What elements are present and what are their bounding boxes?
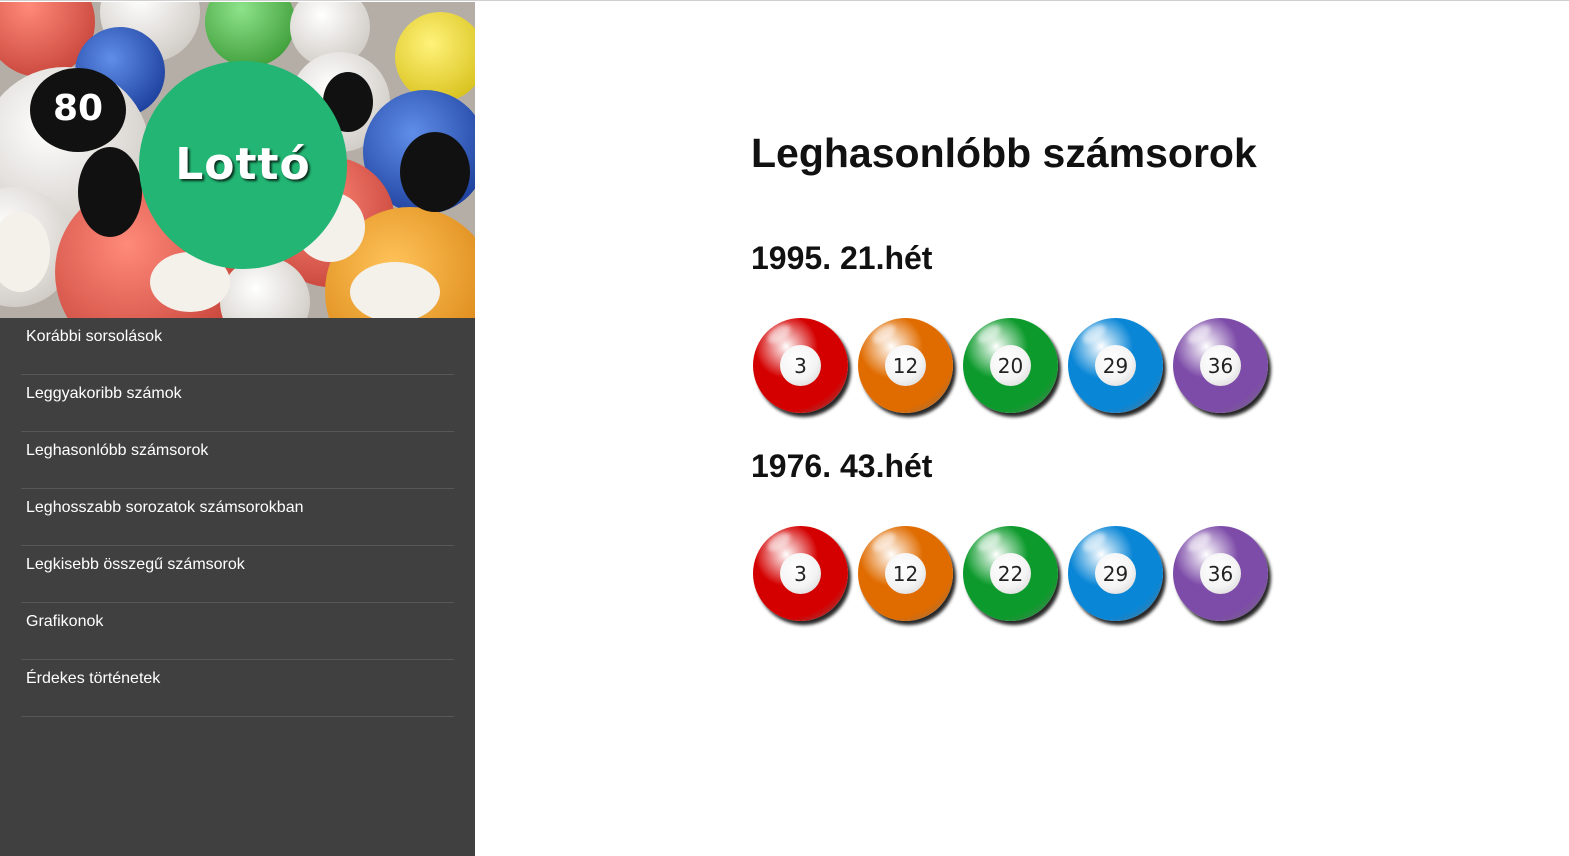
ball-number: 29 — [1095, 553, 1136, 594]
ball-number: 29 — [1095, 345, 1136, 386]
sidebar: 80 Lottó Korábbi sorsolások Leggyakoribb… — [0, 2, 475, 856]
draw-section: 1995. 21.hét 3 12 20 29 36 — [751, 240, 1268, 413]
ball-number: 12 — [885, 553, 926, 594]
sidebar-nav: Korábbi sorsolások Leggyakoribb számok L… — [0, 318, 475, 717]
sidebar-item-interesting-stories[interactable]: Érdekes történetek — [21, 660, 454, 717]
lottery-ball: 3 — [753, 318, 848, 413]
ball-number: 12 — [885, 345, 926, 386]
ball-number: 3 — [780, 345, 821, 386]
sidebar-item-longest-runs[interactable]: Leghosszabb sorozatok számsorokban — [21, 489, 454, 546]
lottery-ball: 36 — [1173, 318, 1268, 413]
lottery-ball: 22 — [963, 526, 1058, 621]
ball-row: 3 12 20 29 36 — [753, 318, 1268, 413]
draw-title: 1976. 43.hét — [751, 448, 933, 484]
sidebar-item-charts[interactable]: Grafikonok — [21, 603, 454, 660]
sidebar-item-previous-draws[interactable]: Korábbi sorsolások — [21, 318, 454, 375]
lottery-ball: 29 — [1068, 318, 1163, 413]
sidebar-item-lowest-sum-sequences[interactable]: Legkisebb összegű számsorok — [21, 546, 454, 603]
svg-text:80: 80 — [53, 88, 103, 129]
lottery-ball: 20 — [963, 318, 1058, 413]
draw-section: 1976. 43.hét 3 12 22 29 36 — [751, 448, 1268, 621]
ball-number: 36 — [1200, 553, 1241, 594]
page-title: Leghasonlóbb számsorok — [751, 130, 1257, 176]
sidebar-item-most-frequent-numbers[interactable]: Leggyakoribb számok — [21, 375, 454, 432]
lottery-ball: 12 — [858, 318, 953, 413]
hero-image: 80 Lottó — [0, 2, 475, 318]
ball-number: 20 — [990, 345, 1031, 386]
ball-number: 22 — [990, 553, 1031, 594]
draw-title: 1995. 21.hét — [751, 240, 933, 276]
lottery-ball: 3 — [753, 526, 848, 621]
ball-number: 36 — [1200, 345, 1241, 386]
logo-text: Lottó — [175, 138, 311, 190]
main-content: Leghasonlóbb számsorok 1995. 21.hét 3 12… — [475, 2, 1569, 856]
lottery-ball: 36 — [1173, 526, 1268, 621]
logo-badge[interactable]: Lottó — [139, 61, 347, 269]
ball-number: 3 — [780, 553, 821, 594]
sidebar-item-most-similar-sequences[interactable]: Leghasonlóbb számsorok — [21, 432, 454, 489]
lottery-ball: 29 — [1068, 526, 1163, 621]
lottery-ball: 12 — [858, 526, 953, 621]
ball-row: 3 12 22 29 36 — [753, 526, 1268, 621]
